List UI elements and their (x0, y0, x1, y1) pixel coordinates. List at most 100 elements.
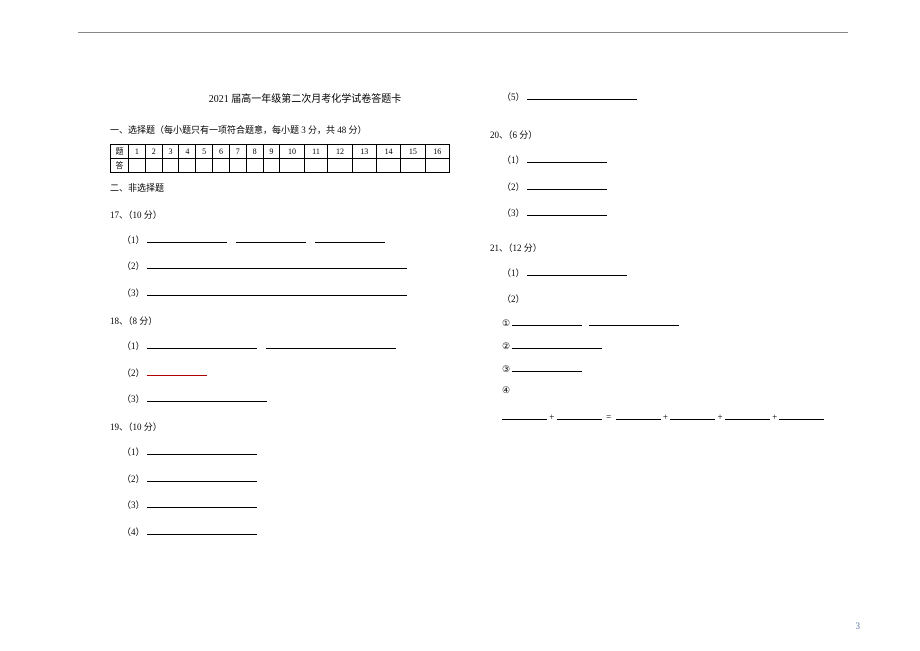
blank-line[interactable] (147, 366, 207, 376)
blank-line[interactable] (502, 410, 547, 420)
page-number: 3 (856, 621, 861, 631)
blank-line[interactable] (147, 445, 257, 455)
blank-line[interactable] (527, 180, 607, 190)
blank-line[interactable] (527, 206, 607, 216)
q18-1: （1） (122, 339, 450, 353)
blank-line[interactable] (589, 316, 679, 326)
blank-line[interactable] (147, 472, 257, 482)
answer-cell[interactable] (213, 159, 230, 173)
right-column: （5） 20、（6 分） （1） （2） （3） 21、（12 分） （1） （… (490, 90, 830, 549)
part-label: （1） (122, 235, 145, 245)
blank-line[interactable] (527, 266, 627, 276)
part-label: （1） (122, 447, 145, 457)
circled-label: ③ (502, 364, 510, 374)
answer-cell[interactable] (328, 159, 352, 173)
q21-2-3: ③ (502, 362, 830, 375)
part-label: （2） (122, 261, 145, 271)
answer-cell[interactable] (196, 159, 213, 173)
blank-line[interactable] (616, 410, 661, 420)
blank-line[interactable] (147, 259, 407, 269)
col-num: 3 (162, 145, 179, 159)
part-label: （2） (502, 182, 525, 192)
part-label: （2） (122, 368, 145, 378)
q19-5: （5） (502, 90, 830, 104)
answer-cell[interactable] (145, 159, 162, 173)
left-column: 2021 届高一年级第二次月考化学试卷答题卡 一、选择题（每小题只有一项符合题意… (110, 90, 450, 549)
answer-cell[interactable] (179, 159, 196, 173)
blank-line[interactable] (147, 498, 257, 508)
blank-line[interactable] (527, 153, 607, 163)
answer-cell[interactable] (376, 159, 400, 173)
blank-line[interactable] (512, 339, 602, 349)
q20-heading: 20、（6 分） (490, 128, 830, 141)
q21-2-1: ① (502, 316, 830, 329)
blank-line[interactable] (147, 392, 267, 402)
q19-2: （2） (122, 472, 450, 486)
answer-cell[interactable] (304, 159, 328, 173)
section-1-heading: 一、选择题（每小题只有一项符合题意，每小题 3 分，共 48 分） (110, 123, 450, 136)
circled-label: ④ (502, 385, 510, 395)
col-num: 11 (304, 145, 328, 159)
q18-3: （3） (122, 392, 450, 406)
part-label: （1） (502, 268, 525, 278)
answer-cell[interactable] (425, 159, 449, 173)
col-num: 14 (376, 145, 400, 159)
answer-cell[interactable] (401, 159, 425, 173)
col-num: 6 (213, 145, 230, 159)
circled-label: ② (502, 341, 510, 351)
answer-table: 题 1 2 3 4 5 6 7 8 9 10 11 12 13 14 15 16… (110, 144, 450, 173)
answer-cell[interactable] (280, 159, 304, 173)
answer-cell[interactable] (229, 159, 246, 173)
blank-line[interactable] (512, 316, 582, 326)
blank-line[interactable] (670, 410, 715, 420)
part-label: （3） (502, 208, 525, 218)
blank-line[interactable] (512, 362, 582, 372)
plus-sign: + (772, 412, 777, 422)
blank-line[interactable] (266, 339, 396, 349)
blank-line[interactable] (557, 410, 602, 420)
q17-3: （3） (122, 286, 450, 300)
blank-line[interactable] (527, 90, 637, 100)
q19-4: （4） (122, 525, 450, 539)
doc-title: 2021 届高一年级第二次月考化学试卷答题卡 (110, 90, 450, 105)
blank-line[interactable] (725, 410, 770, 420)
table-answer-row: 答 (111, 159, 450, 173)
part-label: （1） (122, 341, 145, 351)
q20-2: （2） (502, 180, 830, 194)
q19-3: （3） (122, 498, 450, 512)
col-num: 16 (425, 145, 449, 159)
part-label: （1） (502, 155, 525, 165)
q21-heading: 21、（12 分） (490, 241, 830, 254)
part-label: （3） (122, 394, 145, 404)
q17-2: （2） (122, 259, 450, 273)
q21-2: （2） (502, 292, 830, 306)
part-label: （5） (502, 92, 525, 102)
answer-cell[interactable] (129, 159, 146, 173)
answer-cell[interactable] (263, 159, 280, 173)
blank-line[interactable] (147, 525, 257, 535)
blank-line[interactable] (147, 339, 257, 349)
circled-label: ① (502, 318, 510, 328)
answer-cell[interactable] (246, 159, 263, 173)
plus-sign: + (663, 412, 668, 422)
top-rule (78, 32, 848, 33)
col-num: 2 (145, 145, 162, 159)
q21-2-4: ④ (502, 385, 830, 396)
blank-line[interactable] (779, 410, 824, 420)
blank-line[interactable] (147, 233, 227, 243)
answer-cell[interactable] (352, 159, 376, 173)
col-num: 8 (246, 145, 263, 159)
blank-line[interactable] (147, 286, 407, 296)
equals-sign: = (606, 412, 611, 422)
q21-equation: + = + + + (502, 410, 830, 424)
col-num: 9 (263, 145, 280, 159)
col-num: 13 (352, 145, 376, 159)
table-row-label: 题 (111, 145, 129, 159)
blank-line[interactable] (315, 233, 385, 243)
q20-1: （1） (502, 153, 830, 167)
plus-sign: + (717, 412, 722, 422)
answer-cell[interactable] (162, 159, 179, 173)
blank-line[interactable] (236, 233, 306, 243)
q19-1: （1） (122, 445, 450, 459)
col-num: 4 (179, 145, 196, 159)
